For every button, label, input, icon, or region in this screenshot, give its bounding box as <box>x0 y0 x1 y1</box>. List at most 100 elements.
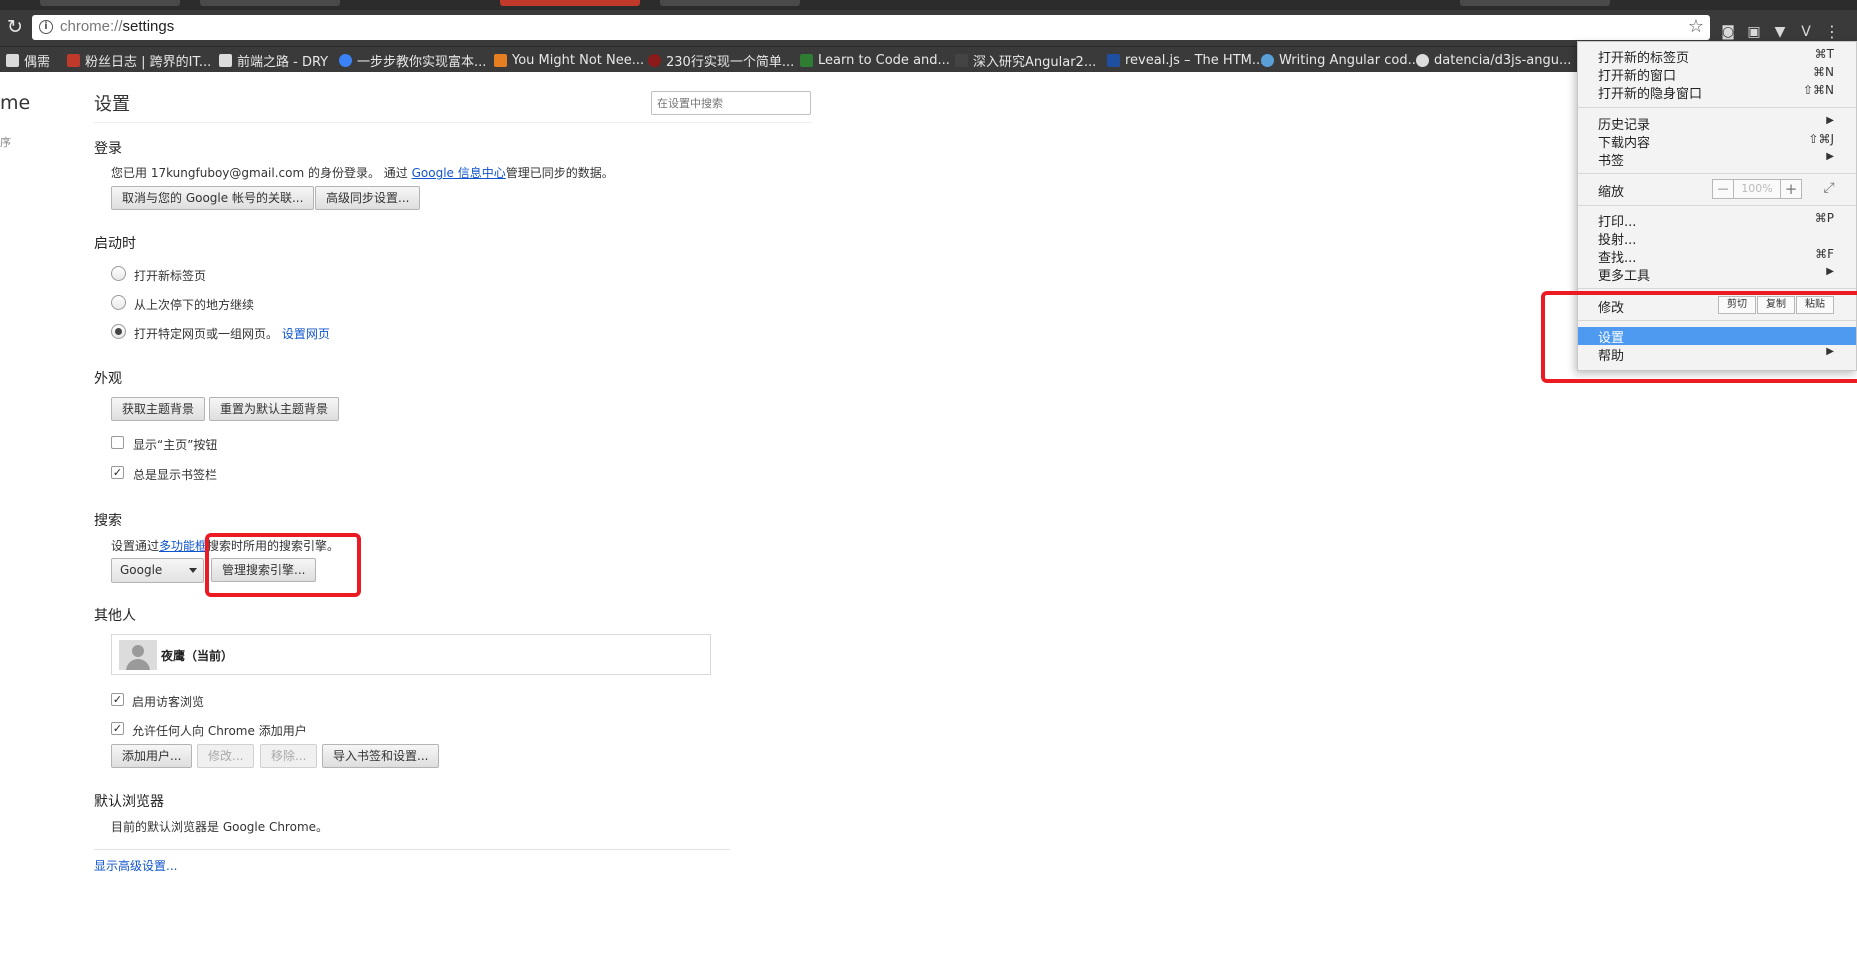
bookmark-item[interactable]: Learn to Code and... <box>800 50 950 70</box>
tab[interactable] <box>200 0 340 6</box>
section-title-signin: 登录 <box>94 141 122 157</box>
bookmark-item[interactable]: reveal.js – The HTM... <box>1107 50 1264 70</box>
url-text[interactable]: chrome://settings <box>60 18 174 35</box>
bookmark-label: 粉丝日志 | 跨界的IT... <box>85 54 212 70</box>
zoom-out-button[interactable]: — <box>1712 179 1734 199</box>
show-advanced-settings-link[interactable]: 显示高级设置... <box>94 857 177 874</box>
search-engine-select[interactable]: Google <box>111 558 204 583</box>
startup-option-label: 从上次停下的地方继续 <box>134 298 255 312</box>
menu-item-history[interactable]: 历史记录 ▶ <box>1598 114 1838 133</box>
github-icon <box>1416 53 1429 67</box>
show-bookmarks-checkbox[interactable]: ✓ <box>111 466 124 479</box>
settings-search-input[interactable] <box>651 91 811 115</box>
bookmark-star-icon[interactable]: ☆ <box>1688 16 1704 37</box>
zoom-in-button[interactable]: + <box>1780 179 1802 199</box>
bookmark-label: You Might Not Nee... <box>512 52 645 68</box>
show-bookmarks-label: 总是显示书签栏 <box>133 468 218 482</box>
allow-add-user-checkbox[interactable]: ✓ <box>111 722 124 735</box>
bookmark-item[interactable]: 粉丝日志 | 跨界的IT... <box>67 50 211 70</box>
menu-item-bookmarks[interactable]: 书签 ▶ <box>1598 150 1838 169</box>
signin-status-text: 您已用 17kungfuboy@gmail.com 的身份登录。 通过 Goog… <box>111 164 614 181</box>
bookmark-label: datencia/d3js-angu... <box>1434 52 1572 68</box>
cloud-icon <box>1261 53 1274 67</box>
menu-item-new-window[interactable]: 打开新的窗口 ⌘N <box>1598 65 1838 84</box>
menu-shortcut: ⇧⌘N <box>1802 83 1834 97</box>
extension-icon[interactable]: ▣ <box>1744 22 1764 42</box>
extension-icon[interactable]: ▼ <box>1770 22 1790 42</box>
vue-devtools-icon[interactable]: V <box>1796 22 1816 42</box>
disconnect-account-button[interactable]: 取消与您的 Google 帐号的关联... <box>111 186 315 210</box>
add-user-button[interactable]: 添加用户... <box>111 744 193 768</box>
profile-name[interactable]: 夜鹰（当前） <box>161 647 233 664</box>
tab[interactable] <box>40 0 180 6</box>
info-icon[interactable]: i <box>39 20 53 34</box>
tab[interactable] <box>1460 0 1610 6</box>
reset-theme-button[interactable]: 重置为默认主题背景 <box>209 397 340 421</box>
remove-user-button[interactable]: 移除... <box>260 744 318 768</box>
menu-label: 历史记录 <box>1598 118 1651 133</box>
google-dashboard-link[interactable]: Google 信息中心 <box>412 166 506 180</box>
menu-separator <box>1578 107 1856 108</box>
bookmark-item[interactable]: Writing Angular cod... <box>1261 50 1420 70</box>
menu-separator <box>1578 205 1856 206</box>
annotation-highlight-box <box>205 533 361 597</box>
nav-app-title: me <box>0 92 31 114</box>
annotation-highlight-box <box>1541 291 1857 383</box>
submenu-arrow-icon: ▶ <box>1826 266 1834 277</box>
tab[interactable] <box>660 0 800 6</box>
url-scheme: chrome:// <box>60 18 123 35</box>
nav-item[interactable]: 序 <box>0 134 11 150</box>
set-pages-link[interactable]: 设置网页 <box>282 327 330 341</box>
section-title-people: 其他人 <box>94 608 136 624</box>
show-home-label: 显示“主页”按钮 <box>133 438 218 452</box>
menu-shortcut: ⌘F <box>1815 247 1834 261</box>
bookmark-item[interactable]: 前端之路 - DRY <box>219 50 328 70</box>
menu-item-find[interactable]: 查找... ⌘F <box>1598 247 1838 266</box>
startup-radio-specific-pages[interactable] <box>111 324 126 339</box>
site-icon <box>494 53 507 67</box>
menu-separator <box>1578 173 1856 174</box>
address-bar[interactable]: i chrome://settings ☆ <box>32 15 1710 40</box>
menu-label: 查找... <box>1598 251 1637 266</box>
extension-icon[interactable]: ◙ <box>1718 22 1738 42</box>
bookmark-item[interactable]: You Might Not Nee... <box>494 50 644 70</box>
menu-item-cast[interactable]: 投射... <box>1598 229 1838 248</box>
tab[interactable] <box>500 0 640 6</box>
menu-dots-icon[interactable]: ⋮ <box>1822 22 1842 42</box>
bookmark-item[interactable]: datencia/d3js-angu... <box>1416 50 1571 70</box>
section-title-search: 搜索 <box>94 513 122 529</box>
avatar <box>119 640 157 670</box>
omnibox-link[interactable]: 多功能框 <box>159 539 207 553</box>
search-text-prefix: 设置通过 <box>111 539 160 553</box>
startup-radio-new-tab[interactable] <box>111 266 126 281</box>
search-engine-value: Google <box>120 563 163 577</box>
menu-label: 书签 <box>1598 154 1625 169</box>
advanced-sync-button[interactable]: 高级同步设置... <box>315 186 421 210</box>
menu-shortcut: ⌘N <box>1813 65 1834 79</box>
image-icon <box>219 53 232 67</box>
startup-radio-continue[interactable] <box>111 295 126 310</box>
bookmark-folder[interactable]: 偶需 <box>6 50 50 70</box>
reload-icon[interactable]: ↻ <box>4 16 26 38</box>
menu-item-new-tab[interactable]: 打开新的标签页 ⌘T <box>1598 47 1838 66</box>
signin-text-suffix: 管理已同步的数据。 <box>505 166 614 180</box>
get-themes-button[interactable]: 获取主题背景 <box>111 397 206 421</box>
bookmark-label: 深入研究Angular2... <box>973 54 1097 70</box>
menu-item-more-tools[interactable]: 更多工具 ▶ <box>1598 265 1838 284</box>
import-bookmarks-button[interactable]: 导入书签和设置... <box>322 744 440 768</box>
menu-label: 打开新的隐身窗口 <box>1598 87 1703 102</box>
guest-browsing-checkbox[interactable]: ✓ <box>111 693 124 706</box>
bookmark-item[interactable]: 230行实现一个简单... <box>648 50 794 70</box>
bookmark-label: 前端之路 - DRY <box>237 54 329 70</box>
bookmark-item[interactable]: 深入研究Angular2... <box>955 50 1096 70</box>
bookmark-label: Learn to Code and... <box>818 52 950 68</box>
menu-label: 打开新的窗口 <box>1598 69 1677 84</box>
menu-item-downloads[interactable]: 下载内容 ⇧⌘J <box>1598 132 1838 151</box>
show-home-checkbox[interactable] <box>111 436 124 449</box>
menu-label: 下载内容 <box>1598 136 1651 151</box>
edit-user-button[interactable]: 修改... <box>197 744 255 768</box>
fullscreen-icon[interactable]: ⤢ <box>1817 179 1841 199</box>
menu-item-print[interactable]: 打印... ⌘P <box>1598 211 1838 230</box>
menu-item-incognito[interactable]: 打开新的隐身窗口 ⇧⌘N <box>1598 83 1838 102</box>
bookmark-item[interactable]: 一步步教你实现富本... <box>339 50 486 70</box>
